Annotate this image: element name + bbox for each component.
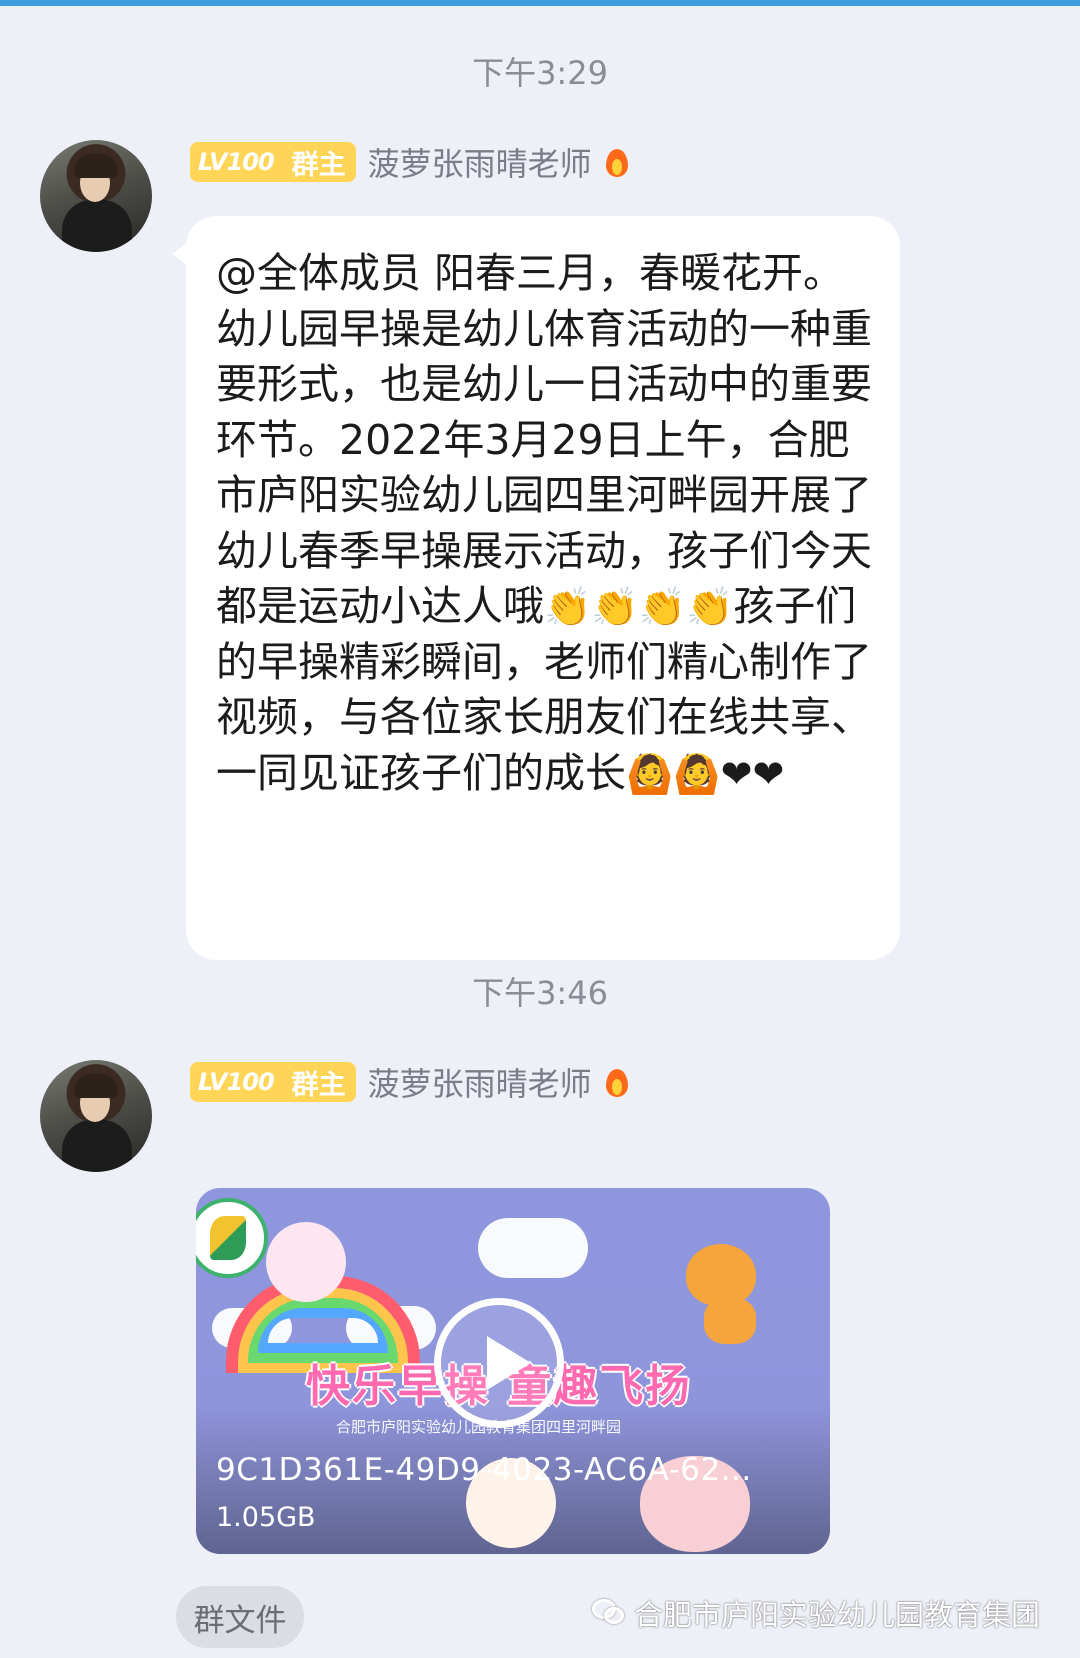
cloud-decoration <box>478 1218 588 1278</box>
message-bubble[interactable]: @全体成员 阳春三月，春暖花开。幼儿园早操是幼儿体育活动的一种重要形式，也是幼儿… <box>172 216 900 960</box>
level-badge: LV100 群主 <box>190 1062 356 1102</box>
watermark: 合肥市庐阳实验幼儿园教育集团 <box>591 1592 1040 1634</box>
avatar[interactable] <box>40 140 152 252</box>
kindergarten-logo-icon <box>196 1198 268 1278</box>
bunny-icon <box>266 1222 346 1302</box>
badge-role: 群主 <box>291 1069 346 1101</box>
dinosaur-icon <box>680 1238 772 1348</box>
watermark-text: 合肥市庐阳实验幼儿园教育集团 <box>633 1598 1040 1632</box>
video-file-name: 9C1D361E-49D9-4023-AC6A-62... <box>216 1452 752 1488</box>
video-message-card[interactable]: 快乐早操 童趣飞扬 合肥市庐阳实验幼儿园教育集团四里河畔园 9C1D361E-4… <box>196 1188 830 1554</box>
avatar-hair <box>74 1074 118 1098</box>
fire-icon <box>604 1065 630 1099</box>
sender-name[interactable]: 菠萝张雨晴老师 <box>368 1059 592 1105</box>
badge-role: 群主 <box>291 149 346 181</box>
group-file-tag[interactable]: 群文件 <box>176 1586 304 1648</box>
timestamp: 下午3:46 <box>472 974 608 1012</box>
end-emoji: 🙆🙆❤❤ <box>626 751 785 796</box>
sender-line: LV100 群主 菠萝张雨晴老师 <box>190 1060 630 1104</box>
avatar-body <box>62 1120 132 1172</box>
top-accent-line <box>0 0 1080 6</box>
badge-level: LV100 <box>198 148 275 176</box>
message-text-part1: @全体成员 阳春三月，春暖花开。幼儿园早操是幼儿体育活动的一种重要形式，也是幼儿… <box>216 249 872 630</box>
message-text: @全体成员 阳春三月，春暖花开。幼儿园早操是幼儿体育活动的一种重要形式，也是幼儿… <box>216 246 872 801</box>
play-icon[interactable] <box>434 1298 564 1428</box>
badge-level: LV100 <box>198 1068 275 1096</box>
video-file-size: 1.05GB <box>216 1502 316 1533</box>
avatar-hair <box>74 154 118 178</box>
fire-icon <box>604 145 630 179</box>
sender-line: LV100 群主 菠萝张雨晴老师 <box>190 140 630 184</box>
wechat-icon <box>591 1599 626 1627</box>
timestamp: 下午3:29 <box>472 54 608 92</box>
level-badge: LV100 群主 <box>190 142 356 182</box>
sender-name[interactable]: 菠萝张雨晴老师 <box>368 139 592 185</box>
avatar[interactable] <box>40 1060 152 1172</box>
avatar-body <box>62 200 132 252</box>
clap-emoji: 👏👏👏👏 <box>544 585 734 629</box>
